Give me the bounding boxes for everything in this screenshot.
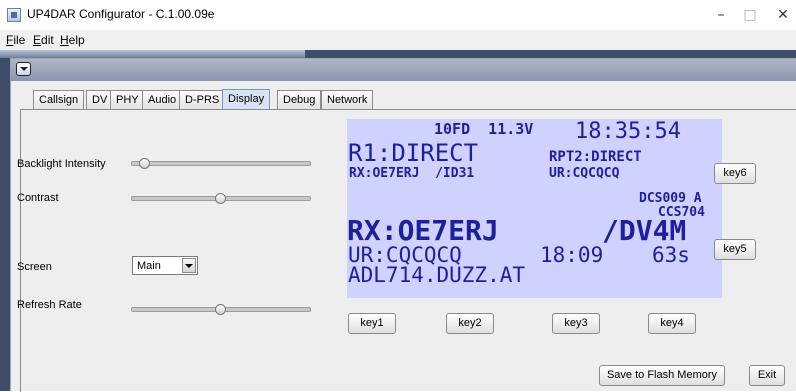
tab-network[interactable]: Network [321, 90, 374, 109]
key6-button[interactable]: key6 [714, 163, 756, 184]
lcd-status: 10FD 11.3V [434, 120, 534, 138]
key5-button[interactable]: key5 [714, 239, 756, 260]
menu-help[interactable]: Help [60, 33, 85, 47]
internal-frame: Callsign DV PHY Audio D-PRS Display Debu… [10, 58, 796, 392]
menu-edit[interactable]: Edit [33, 33, 54, 47]
lcd-rx-small-line: RX:OE7ERJ /ID31 [349, 166, 475, 181]
lcd-ur-small-line: UR:CQCQCQ [549, 166, 620, 181]
frame-system-menu-icon[interactable] [16, 62, 31, 76]
app-icon [7, 8, 21, 22]
lcd-suffix-big: /DV4M [602, 214, 687, 247]
window-title: UP4DAR Configurator - C.1.00.09e [27, 7, 215, 21]
lcd-r1-line: R1:DIRECT [348, 139, 479, 167]
window-titlebar: UP4DAR Configurator - C.1.00.09e – □ ✕ [0, 0, 796, 30]
screen-label: Screen [17, 261, 52, 273]
menu-bar: File Edit Help [0, 30, 796, 50]
screen-select[interactable]: Main [132, 256, 198, 275]
lcd-rx-big: RX:OE7ERJ [347, 214, 499, 247]
key4-button[interactable]: key4 [648, 313, 696, 334]
tab-d-prs[interactable]: D-PRS [179, 90, 226, 109]
lcd-dcs-line: DCS009 A [639, 191, 702, 206]
key3-button[interactable]: key3 [552, 313, 600, 334]
menu-file[interactable]: File [6, 33, 25, 47]
minimize-button[interactable]: – [706, 4, 736, 26]
key1-button[interactable]: key1 [348, 313, 396, 334]
lcd-clock: 18:35:54 [575, 119, 681, 144]
lcd-ur-duration: 63s [652, 243, 690, 267]
close-button[interactable]: ✕ [768, 4, 796, 26]
tab-debug[interactable]: Debug [277, 90, 322, 109]
internal-frame-titlebar[interactable] [11, 59, 796, 81]
contrast-slider-thumb[interactable] [214, 193, 226, 204]
refresh-rate-slider-thumb[interactable] [214, 304, 226, 315]
save-to-flash-button[interactable]: Save to Flash Memory [599, 365, 725, 386]
maximize-button[interactable]: □ [735, 4, 765, 26]
tab-audio[interactable]: Audio [142, 90, 183, 109]
backlight-label: Backlight Intensity [17, 158, 106, 170]
screen-select-value: Main [137, 260, 161, 272]
tab-callsign[interactable]: Callsign [33, 90, 85, 109]
refresh-rate-label: Refresh Rate [17, 299, 82, 311]
lcd-ur-time: 18:09 [540, 243, 604, 267]
exit-button[interactable]: Exit [749, 365, 785, 386]
chevron-down-icon[interactable] [182, 258, 196, 273]
lcd-host-line: ADL714.DUZZ.AT [348, 263, 526, 287]
lcd-rpt2-line: RPT2:DIRECT [549, 149, 642, 165]
tab-phy[interactable]: PHY [110, 90, 145, 109]
lcd-screen: 10FD 11.3V 18:35:54 R1:DIRECT RPT2:DIREC… [347, 119, 722, 298]
contrast-label: Contrast [17, 192, 59, 204]
backlight-slider-track[interactable] [131, 161, 311, 166]
key2-button[interactable]: key2 [446, 313, 494, 334]
minimized-frame-strip [0, 50, 305, 58]
tab-display[interactable]: Display [222, 89, 271, 110]
